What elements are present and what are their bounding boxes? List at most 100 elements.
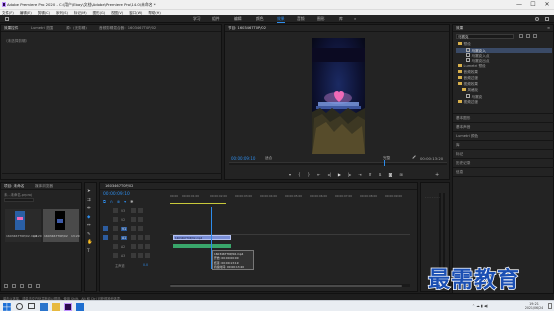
tree-item-audio-effects[interactable]: 音频效果 (458, 70, 478, 75)
clock-time[interactable]: 19:21 (522, 302, 546, 306)
search-taskbar-icon[interactable] (16, 302, 23, 310)
add-marker-icon[interactable]: ▾ (124, 199, 126, 204)
track-sync-icon[interactable] (131, 208, 136, 213)
track-sync-icon[interactable] (131, 226, 136, 231)
panel-essential-graphics[interactable]: 基本图形 (456, 116, 470, 121)
fit-dropdown[interactable]: 适合 (265, 156, 272, 161)
step-forward-icon[interactable]: |▸ (348, 172, 351, 177)
track-area[interactable]: 1603467T0P/02.mp4 1603467T0P/02.mp4 开始: … (170, 207, 410, 270)
razor-tool-icon[interactable]: ◆ (87, 215, 92, 220)
pen-tool-icon[interactable]: ✎ (87, 232, 92, 237)
selection-tool-icon[interactable]: ➤ (87, 189, 92, 194)
track-eye-icon[interactable] (138, 208, 143, 213)
track-lock-icon[interactable] (113, 253, 118, 258)
program-timecode[interactable]: 00:00:09:10 (231, 156, 255, 161)
tree-item-video-transitions[interactable]: 视频过渡 (458, 100, 478, 105)
playback-scrubber[interactable] (229, 162, 447, 165)
go-to-out-icon[interactable]: ⇥ (358, 172, 361, 177)
workspace-more-icon[interactable]: » (354, 16, 356, 21)
audio-clip[interactable] (173, 244, 231, 248)
tab-media-browser[interactable]: 媒体浏览器 (35, 184, 53, 189)
tree-item-lumetri-presets[interactable]: Lumetri 预设 (458, 64, 486, 69)
track-eye-icon[interactable] (138, 217, 143, 222)
snap-icon[interactable]: ∩ (110, 199, 113, 204)
panel-history[interactable]: 历史记录 (456, 161, 470, 166)
slip-tool-icon[interactable]: ↔ (87, 223, 92, 228)
fullscreen-icon[interactable] (545, 17, 549, 21)
marker-icon[interactable]: ▾ (289, 172, 291, 177)
source-patch-v1[interactable] (103, 226, 108, 231)
panel-essential-sound[interactable]: 基本声音 (456, 125, 470, 130)
track-lock-icon[interactable] (113, 217, 118, 222)
tab-effect-controls[interactable]: 效果控件 (4, 26, 18, 31)
tab-lumetri-scopes[interactable]: Lumetri 范围 (31, 26, 53, 31)
new-bin-icon[interactable] (28, 284, 32, 288)
yuv-effects-icon[interactable] (533, 34, 537, 38)
tree-item-stylize[interactable]: 风格化 (462, 88, 478, 93)
workspace-graphics[interactable]: 图形 (317, 16, 325, 22)
tab-project[interactable]: 项目: 未命名 (4, 184, 24, 189)
export-frame-icon[interactable]: ◙ (389, 172, 393, 177)
nest-toggle-icon[interactable]: ⧉ (103, 199, 106, 204)
tab-audio-clip-mixer[interactable]: 音频剪辑混合器：1603467T0P/02 (99, 26, 156, 31)
system-tray-icons[interactable]: ⌃ ☁ ▮ ◀) (472, 304, 488, 308)
search-icon[interactable] (535, 17, 539, 21)
32bit-effects-icon[interactable] (526, 34, 530, 38)
track-mute-icon[interactable] (131, 244, 136, 249)
list-view-icon[interactable] (12, 284, 16, 288)
project-item-sequence[interactable]: 1603467T0P/02 13:20 (43, 209, 80, 242)
start-windows-icon[interactable] (3, 302, 11, 311)
play-icon[interactable]: ▶ (338, 172, 341, 177)
track-mute-icon[interactable] (131, 253, 136, 258)
edge-browser-icon[interactable] (40, 302, 48, 311)
tab-source[interactable]: 源：(无剪辑) (66, 26, 87, 31)
close-button[interactable]: ✕ (540, 0, 554, 9)
task-view-icon[interactable] (28, 302, 35, 309)
track-label[interactable]: A1 (121, 235, 128, 240)
workspace-color[interactable]: 颜色 (256, 16, 264, 22)
track-lock-icon[interactable] (113, 208, 118, 213)
track-lock-icon[interactable] (113, 226, 118, 231)
workspace-assembly[interactable]: 组件 (212, 16, 220, 22)
premiere-taskbar-icon[interactable] (64, 302, 72, 311)
ripple-edit-tool-icon[interactable]: ⇹ (87, 206, 92, 211)
master-volume-value[interactable]: 0.0 (143, 263, 148, 267)
panel-libraries[interactable]: 库 (456, 143, 460, 148)
time-ruler[interactable]: 00:00 00:00:01:00 00:00:02:00 00:00:03:0… (170, 194, 416, 204)
extract-icon[interactable]: ⊻ (379, 172, 382, 177)
panel-markers[interactable]: 标记 (456, 152, 463, 157)
lock-icon[interactable] (4, 284, 8, 288)
step-back-icon[interactable]: ◂| (327, 172, 330, 177)
scrubber-playhead[interactable] (384, 160, 385, 166)
tab-sequence[interactable]: 1603467T0P/02 (105, 184, 133, 188)
timeline-settings-icon[interactable]: ✱ (130, 199, 133, 204)
track-mic-icon[interactable] (145, 244, 150, 249)
track-lock-icon[interactable] (113, 235, 118, 240)
panel-menu-icon[interactable]: ≡ (547, 26, 550, 30)
track-mute-icon[interactable] (131, 235, 136, 240)
type-tool-icon[interactable]: T (87, 249, 92, 254)
timeline-timecode[interactable]: 00:00:09:10 (103, 192, 130, 197)
file-explorer-icon[interactable] (52, 302, 60, 311)
track-solo-icon[interactable] (138, 244, 143, 249)
project-search-input[interactable] (4, 198, 34, 202)
tab-effects[interactable]: 效果 (456, 26, 463, 31)
effects-search-box[interactable]: 马赛克 (456, 34, 514, 39)
panel-lumetri-color[interactable]: Lumetri 颜色 (456, 134, 478, 139)
work-area-bar[interactable] (170, 203, 226, 204)
mark-in-icon[interactable]: { (298, 172, 301, 177)
video-clip[interactable]: 1603467T0P/02.mp4 (173, 235, 231, 240)
timeline-horizontal-scrollbar[interactable] (170, 284, 410, 287)
home-icon[interactable] (5, 17, 9, 21)
word-taskbar-icon[interactable] (76, 302, 84, 311)
track-mic-icon[interactable] (145, 235, 150, 240)
source-patch-a1[interactable] (103, 235, 108, 240)
workspace-editing[interactable]: 编辑 (234, 16, 242, 22)
track-eye-icon[interactable] (138, 226, 143, 231)
track-select-tool-icon[interactable]: ⇉ (87, 198, 92, 203)
workspace-audio[interactable]: 音频 (297, 16, 305, 22)
wrench-icon[interactable] (410, 153, 416, 159)
accelerated-effects-icon[interactable] (519, 34, 523, 38)
track-lock-icon[interactable] (113, 244, 118, 249)
track-mic-icon[interactable] (145, 253, 150, 258)
